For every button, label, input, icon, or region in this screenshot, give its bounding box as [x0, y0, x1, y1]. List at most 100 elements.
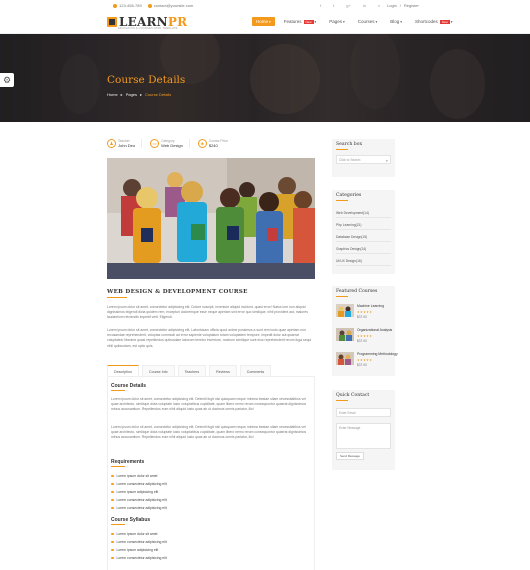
list-item: Lorem consectetur adipisicing elit [111, 496, 167, 504]
nav-item-blog[interactable]: Blog [386, 17, 406, 26]
facebook-icon[interactable]: f [320, 3, 321, 8]
meta-teacher: ♟ Teacher John Deo [107, 139, 143, 149]
categories-box: Categories Web Development(14) Php Learn… [332, 190, 395, 274]
bullet-icon [111, 506, 114, 510]
quick-contact-title: Quick Contact [336, 393, 370, 401]
featured-course-item[interactable]: Organizational Analysis ★★★★★ $37.00 [336, 328, 394, 348]
quick-contact-box: Quick Contact Enter Email Enter Message … [332, 390, 395, 470]
syllabus-heading: Course Syllabus [111, 517, 151, 525]
course-price: $37.00 [357, 363, 367, 367]
category-link[interactable]: UI/UX Design(16) [336, 259, 391, 266]
nav-item-courses[interactable]: Courses [354, 17, 382, 26]
user-icon: ♟ [107, 139, 116, 149]
main-nav: Home FeaturesNew Pages Courses Blog Shortcode… [252, 17, 457, 26]
logo-icon [107, 17, 117, 27]
breadcrumb-pages[interactable]: Pages [126, 92, 137, 97]
list-item: Lorem ipsum adipisicing elit [111, 546, 167, 554]
rating-stars: ★★★★★ [357, 334, 373, 338]
nav-item-label: Shortcodes [415, 19, 438, 24]
new-badge: New [303, 19, 314, 24]
nav-item-home[interactable]: Home [252, 17, 275, 26]
nav-item-shortcodes[interactable]: Shortcodes New [411, 17, 457, 26]
list-item: Lorem consectetur adipisicing elit [111, 554, 167, 562]
category-link[interactable]: Graphics Design(24) [336, 247, 391, 254]
list-item: Lorem consectetur adipisicing elit [111, 504, 167, 512]
category-link[interactable]: Web Development(14) [336, 211, 391, 218]
page-title: Course Details [107, 74, 186, 86]
bullet-icon [111, 540, 114, 544]
list-item: Lorem ipsum dolor sit amet [111, 530, 167, 538]
nav-item-pages[interactable]: Pages [325, 17, 349, 26]
featured-title: Featured Courses [336, 289, 378, 297]
requirements-list: Lorem ipsum dolor sit amet Lorem consect… [111, 472, 167, 512]
login-link[interactable]: Login [387, 3, 397, 8]
nav-item-label: Blog [390, 19, 400, 24]
logo-tagline: EDUCATION & COURSES HTML TEMPLATE [118, 27, 178, 30]
hero-overlay [0, 34, 530, 122]
list-item: Lorem consectetur adipisicing elit [111, 538, 167, 546]
search-input[interactable]: Click to Search ⌕ [336, 155, 391, 164]
list-item: Lorem consectetur adipisicing elit [111, 480, 167, 488]
auth-separator: / [399, 3, 401, 8]
contact-info: 123-456-789 contact@yoursite.com [113, 3, 193, 8]
search-icon[interactable]: ⌕ [386, 158, 388, 163]
tag-icon: ◈ [197, 139, 207, 149]
nav-item-label: Features [283, 19, 302, 24]
email-field[interactable]: Enter Email [336, 408, 391, 417]
nav-item-label: Courses [357, 19, 375, 24]
course-body-paragraph: Lorem ipsum dolor sit amet, consectetur … [107, 328, 312, 348]
register-link[interactable]: Register [404, 3, 419, 8]
rating-stars: ★★★★★ [357, 358, 373, 362]
bullet-icon [111, 548, 114, 552]
syllabus-list: Lorem ipsum dolor sit amet Lorem consect… [111, 530, 167, 562]
featured-course-title[interactable]: Machine Learning [357, 304, 384, 308]
course-price: $37.00 [357, 339, 367, 343]
folder-icon: ▭ [150, 139, 160, 149]
featured-course-item[interactable]: Machine Learning ★★★★★ $37.00 [336, 304, 394, 324]
meta-price: ◈ Course Price $240 [197, 139, 234, 149]
breadcrumb-separator: ▸ [140, 92, 143, 97]
phone-contact[interactable]: 123-456-789 [113, 3, 142, 8]
search-box-title: Search box [336, 142, 363, 150]
vimeo-icon[interactable]: v [378, 3, 380, 8]
page-hero: ⚙ Course Details Home ▸ Pages ▸ Course D… [0, 34, 530, 122]
linkedin-icon[interactable]: in [363, 3, 366, 8]
course-intro-paragraph: Lorem ipsum dolor sit amet, consectetur … [107, 305, 308, 320]
bullet-icon [111, 490, 114, 494]
twitter-icon[interactable]: t [333, 3, 334, 8]
featured-course-item[interactable]: Programming Methodology ★★★★★ $37.00 [336, 352, 398, 372]
message-field[interactable]: Enter Message [336, 423, 391, 449]
rating-stars: ★★★★★ [357, 310, 373, 314]
social-links: f t g+ in v [320, 3, 380, 8]
category-link[interactable]: Php Learning(21) [336, 223, 391, 230]
list-item: Lorem ipsum dolor sit amet [111, 472, 167, 480]
auth-links: Login / Register [387, 3, 419, 8]
mail-icon [147, 3, 152, 8]
list-item: Lorem ipsum adipisicing elit [111, 488, 167, 496]
nav-item-label: Home [256, 19, 269, 24]
email-contact[interactable]: contact@yoursite.com [147, 3, 193, 8]
nav-item-label: Pages [329, 19, 343, 24]
bullet-icon [111, 474, 114, 478]
bullet-icon [111, 482, 114, 486]
search-box: Search box Click to Search ⌕ [332, 139, 395, 177]
gear-icon[interactable]: ⚙ [0, 73, 14, 87]
google-plus-icon[interactable]: g+ [346, 3, 351, 8]
course-details-paragraph: Lorem ipsum dolor sit amet, consectetur … [111, 397, 307, 412]
featured-course-title[interactable]: Programming Methodology [357, 352, 398, 356]
category-link[interactable]: Database Design(15) [336, 235, 391, 242]
course-thumbnail [336, 352, 354, 365]
featured-courses-box: Featured Courses Machine Learning ★★★★★ … [332, 286, 398, 376]
phone-icon [113, 3, 117, 8]
breadcrumb-home[interactable]: Home [107, 92, 118, 97]
course-title: WEB DESIGN & DEVELOPMENT COURSE [107, 289, 248, 298]
course-image [107, 158, 315, 279]
nav-item-features[interactable]: Features New [280, 17, 321, 26]
course-details-heading: Course Details [111, 383, 147, 391]
breadcrumb: Home ▸ Pages ▸ Course Details [107, 92, 171, 97]
breadcrumb-current: Course Details [145, 92, 172, 97]
featured-course-title[interactable]: Organizational Analysis [357, 328, 392, 332]
bullet-icon [111, 532, 114, 536]
categories-title: Categories [336, 193, 362, 201]
send-message-button[interactable]: Send Message [336, 452, 365, 460]
